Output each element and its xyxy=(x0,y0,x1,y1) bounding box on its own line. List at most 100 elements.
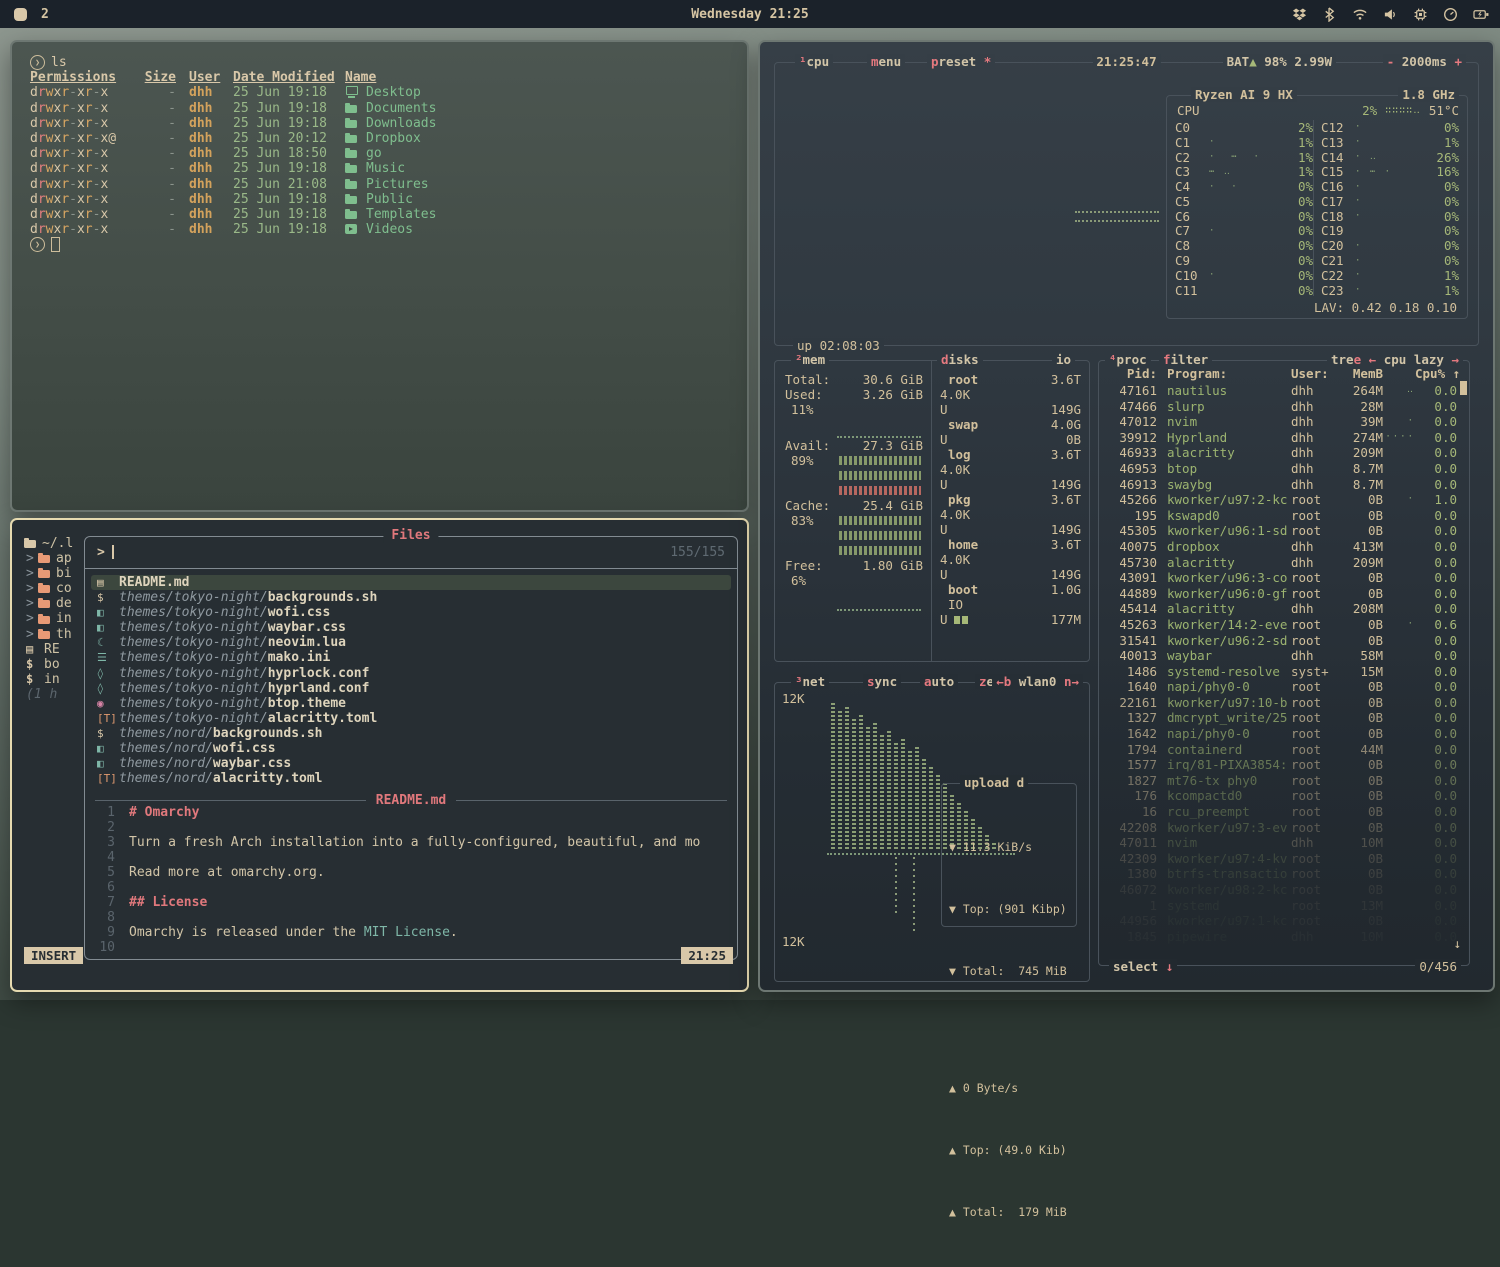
workspace-active-icon[interactable] xyxy=(14,8,27,21)
chevron-right-icon[interactable]: > xyxy=(26,627,38,642)
process-row[interactable]: 1577 irq/81-PIXA3854: root 0B 0.0 xyxy=(1105,757,1457,773)
tree-item[interactable]: > bi xyxy=(24,566,88,581)
process-row[interactable]: 47011 nvim dhh 10M 0.0 xyxy=(1105,835,1457,851)
header-user[interactable]: User: xyxy=(1291,366,1339,381)
process-row[interactable]: 44956 kworker/u97:1-kc root 0B 0.0 xyxy=(1105,913,1457,929)
tree-item-label[interactable]: (1 h xyxy=(26,687,57,702)
picker-item[interactable]: [T] themes/nord/ alacritty.toml xyxy=(91,771,731,786)
picker-item[interactable]: ◊ themes/tokyo-night/ hyprlock.conf xyxy=(91,666,731,681)
picker-item[interactable]: [T] themes/tokyo-night/ alacritty.toml xyxy=(91,711,731,726)
tree-item-label[interactable]: in xyxy=(44,672,60,687)
net-interface-selector[interactable]: ←b wlan0 n→ xyxy=(992,674,1083,689)
process-row[interactable]: 1486 systemd-resolve syst+ 15M 0.0 xyxy=(1105,664,1457,680)
tree-item-label[interactable]: RE xyxy=(44,642,60,657)
net-auto-toggle[interactable]: auto xyxy=(920,674,958,689)
picker-item[interactable]: ◊ themes/tokyo-night/ hyprland.conf xyxy=(91,681,731,696)
process-row[interactable]: 1827 mt76-tx phy0 root 0B 0.0 xyxy=(1105,773,1457,789)
tree-item[interactable]: > co xyxy=(24,581,88,596)
picker-item-file[interactable]: backgrounds.sh xyxy=(268,590,378,605)
picker-item-file[interactable]: wofi.css xyxy=(268,605,331,620)
picker-item-file[interactable]: alacritty.toml xyxy=(213,771,323,786)
process-row[interactable]: 46933 alacritty dhh 209M 0.0 xyxy=(1105,445,1457,461)
process-row[interactable]: 40013 waybar dhh 58M 0.0 xyxy=(1105,648,1457,664)
scroll-down-icon[interactable]: ↓ xyxy=(1453,936,1461,951)
picker-item[interactable]: ☰ themes/tokyo-night/ mako.ini xyxy=(91,650,731,665)
proc-sort-nav[interactable]: ← cpu lazy → xyxy=(1365,352,1463,367)
chevron-right-icon[interactable]: > xyxy=(26,551,38,566)
process-row[interactable]: 42208 kworker/u97:3-ev root 0B 0.0 xyxy=(1105,820,1457,836)
process-row[interactable]: 1 systemd root 13M 0.0 xyxy=(1105,898,1457,914)
net-sync-toggle[interactable]: sync xyxy=(863,674,901,689)
tree-item[interactable]: (1 h xyxy=(24,687,88,702)
tree-item[interactable]: > in xyxy=(24,611,88,626)
picker-item[interactable]: ◧ themes/nord/ waybar.css xyxy=(91,756,731,771)
proc-filter-button[interactable]: filter xyxy=(1159,352,1212,367)
picker-item-file[interactable]: waybar.css xyxy=(213,756,291,771)
tree-item-label[interactable]: ~/.l xyxy=(42,536,73,551)
process-row[interactable]: 43091 kworker/u96:3-co root 0B 0.0 xyxy=(1105,570,1457,586)
tree-item-label[interactable]: in xyxy=(56,611,72,626)
process-row[interactable]: 40075 dropbox dhh 413M 0.0 xyxy=(1105,539,1457,555)
process-row[interactable]: 47012 nvim dhh 39M · 0.0 xyxy=(1105,414,1457,430)
process-row[interactable]: 44889 kworker/u96:0-gf root 0B 0.0 xyxy=(1105,586,1457,602)
tree-item-label[interactable]: de xyxy=(56,596,72,611)
chevron-right-icon[interactable]: > xyxy=(26,611,38,626)
process-row[interactable]: 1642 napi/phy0-0 root 0B 0.0 xyxy=(1105,726,1457,742)
process-row[interactable]: 195 kswapd0 root 0B 0.0 xyxy=(1105,508,1457,524)
process-row[interactable]: 45414 alacritty dhh 208M 0.0 xyxy=(1105,601,1457,617)
process-row[interactable]: 176 kcompactd0 root 0B 0.0 xyxy=(1105,788,1457,804)
picker-item-file[interactable]: mako.ini xyxy=(268,650,331,665)
process-row[interactable]: 42309 kworker/u97:4-kv root 0B 0.0 xyxy=(1105,851,1457,867)
battery-icon[interactable] xyxy=(1473,7,1490,22)
chevron-right-icon[interactable]: > xyxy=(26,596,38,611)
proc-scrollbar-thumb[interactable] xyxy=(1460,381,1467,395)
workspace-switcher[interactable]: 2 xyxy=(14,7,49,22)
header-cpu[interactable]: Cpu% ↑ xyxy=(1415,366,1457,381)
preset-button[interactable]: preset * xyxy=(927,54,995,69)
process-row[interactable]: 45263 kworker/14:2-eve root 0B · 0.6 xyxy=(1105,617,1457,633)
update-interval-control[interactable]: - 2000ms + xyxy=(1383,54,1466,69)
process-row[interactable]: 47466 slurp dhh 28M 0.0 xyxy=(1105,399,1457,415)
prompt-line-empty[interactable]: ❯ xyxy=(30,237,747,252)
picker-item[interactable]: ☾ themes/tokyo-night/ neovim.lua xyxy=(91,635,731,650)
picker-item[interactable]: $ themes/nord/ backgrounds.sh xyxy=(91,726,731,741)
picker-item[interactable]: ◉ themes/tokyo-night/ btop.theme xyxy=(91,696,731,711)
picker-item-file[interactable]: hyprland.conf xyxy=(268,681,370,696)
process-row[interactable]: 1327 dmcrypt_write/25 root 0B 0.0 xyxy=(1105,710,1457,726)
picker-item-file[interactable]: btop.theme xyxy=(268,696,346,711)
picker-item[interactable]: $ themes/tokyo-night/ backgrounds.sh xyxy=(91,590,731,605)
picker-item-file[interactable]: README.md xyxy=(119,575,189,590)
picker-item-file[interactable]: wofi.css xyxy=(213,741,276,756)
process-row[interactable]: 39912 Hyprland dhh 274M ···· 0.0 xyxy=(1105,430,1457,446)
header-memb[interactable]: MemB xyxy=(1339,366,1383,381)
header-program[interactable]: Program: xyxy=(1167,366,1291,381)
chevron-right-icon[interactable]: > xyxy=(26,566,38,581)
process-row[interactable]: 46072 kworker/u98:2-kc root 0B 0.0 xyxy=(1105,882,1457,898)
process-row[interactable]: 22161 kworker/u97:10-b root 0B 0.0 xyxy=(1105,695,1457,711)
cpu-chip-icon[interactable] xyxy=(1413,7,1428,22)
workspace-number[interactable]: 2 xyxy=(41,7,49,22)
process-row[interactable]: 1794 containerd root 44M 0.0 xyxy=(1105,742,1457,758)
process-row[interactable]: 45266 kworker/u97:2-kc root 0B · 1.0 xyxy=(1105,492,1457,508)
process-row[interactable]: 1380 btrfs-transactio root 0B 0.0 xyxy=(1105,866,1457,882)
dropbox-icon[interactable] xyxy=(1292,7,1307,22)
volume-icon[interactable] xyxy=(1383,7,1398,22)
tree-item-label[interactable]: th xyxy=(56,627,72,642)
picker-item-file[interactable]: backgrounds.sh xyxy=(213,726,323,741)
proc-box-title[interactable]: ⁴proc xyxy=(1105,352,1151,367)
tree-item[interactable]: > th xyxy=(24,627,88,642)
tree-item[interactable]: $ in xyxy=(24,672,88,687)
process-row[interactable]: 1845 pipewire dhh 10M 0.0 xyxy=(1105,929,1457,945)
tree-item-label[interactable]: co xyxy=(56,581,72,596)
tree-item-label[interactable]: bo xyxy=(44,657,60,672)
tree-item[interactable]: ▤ RE xyxy=(24,642,88,657)
tree-item[interactable]: > ap xyxy=(24,551,88,566)
tree-item[interactable]: $ bo xyxy=(24,657,88,672)
process-row[interactable]: 46953 btop dhh 8.7M 0.0 xyxy=(1105,461,1457,477)
process-row[interactable]: 45730 alacritty dhh 209M 0.0 xyxy=(1105,555,1457,571)
tree-item[interactable]: > de xyxy=(24,596,88,611)
process-row[interactable]: 47161 nautilus dhh 264M ‥ 0.0 xyxy=(1105,383,1457,399)
select-hint[interactable]: select ↓ xyxy=(1109,959,1177,974)
picker-search-input[interactable]: > 155/155 xyxy=(85,537,737,567)
tree-item-label[interactable]: bi xyxy=(56,566,72,581)
